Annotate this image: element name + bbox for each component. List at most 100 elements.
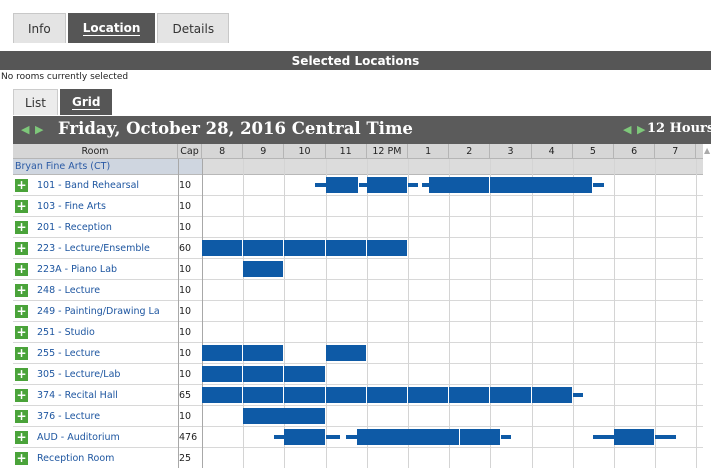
booking-block[interactable]: [325, 387, 367, 403]
booking-block[interactable]: [243, 261, 285, 277]
room-name-link[interactable]: 101 - Band Rehearsal: [37, 180, 177, 191]
tab-location[interactable]: Location: [67, 13, 156, 43]
add-room-plus-icon[interactable]: +: [15, 326, 28, 339]
booking-block[interactable]: [490, 387, 532, 403]
booking-block[interactable]: [284, 387, 326, 403]
room-row: +201 - Reception 10: [13, 217, 703, 238]
add-room-plus-icon[interactable]: +: [15, 284, 28, 297]
booking-block[interactable]: [366, 177, 408, 193]
booking-block[interactable]: [366, 387, 408, 403]
booking-block[interactable]: [531, 387, 573, 403]
booking-block[interactable]: [408, 387, 450, 403]
hour-divider: [696, 159, 698, 468]
group-row-fill: [202, 159, 703, 174]
prev-next-hours-arrows-icon[interactable]: ◀ ▶: [623, 123, 646, 136]
booking-block[interactable]: [202, 387, 244, 403]
booking-block[interactable]: [449, 387, 491, 403]
room-name-link[interactable]: 305 - Lecture/Lab: [37, 369, 177, 380]
hour-header: 4: [532, 144, 573, 159]
add-room-plus-icon[interactable]: +: [15, 389, 28, 402]
hour-divider: [366, 159, 368, 468]
hour-divider: [614, 159, 615, 468]
room-name-link[interactable]: 223 - Lecture/Ensemble: [37, 243, 177, 254]
booking-block[interactable]: [202, 345, 244, 361]
booking-block[interactable]: [243, 345, 285, 361]
room-capacity: 10: [179, 285, 192, 296]
booking-block[interactable]: [202, 240, 244, 256]
add-room-plus-icon[interactable]: +: [15, 368, 28, 381]
grid-header-row: Room Cap 8 9 10 11 12 PM 1 2 3 4 5 6 7: [13, 144, 703, 159]
room-name-link[interactable]: 374 - Recital Hall: [37, 390, 177, 401]
view-tab-grid[interactable]: Grid: [59, 89, 113, 115]
booking-block[interactable]: [284, 429, 326, 445]
no-rooms-message: No rooms currently selected: [1, 72, 129, 82]
booking-block[interactable]: [243, 366, 285, 382]
booking-block[interactable]: [325, 240, 367, 256]
selected-locations-title: Selected Locations: [291, 53, 420, 68]
add-room-plus-icon[interactable]: +: [15, 179, 28, 192]
view-tab-list[interactable]: List: [13, 89, 58, 115]
add-room-plus-icon[interactable]: +: [15, 263, 28, 276]
booking-block[interactable]: [243, 240, 285, 256]
room-name-link[interactable]: 223A - Piano Lab: [37, 264, 177, 275]
booking-block[interactable]: [325, 177, 359, 193]
hour-header: 3: [490, 144, 532, 159]
booking-block[interactable]: [614, 429, 656, 445]
add-room-plus-icon[interactable]: +: [15, 347, 28, 360]
booking-block[interactable]: [490, 177, 594, 193]
room-capacity: 10: [179, 327, 192, 338]
room-name-link[interactable]: Reception Room: [37, 453, 177, 464]
hours-range-label[interactable]: 12 Hours: [647, 121, 711, 136]
prev-next-day-arrows-icon[interactable]: ◀ ▶: [21, 123, 44, 136]
booking-block[interactable]: [284, 366, 326, 382]
room-capacity: 476: [179, 432, 198, 443]
room-name-link[interactable]: 255 - Lecture: [37, 348, 177, 359]
hour-header: 12 PM: [367, 144, 408, 159]
room-name-link[interactable]: 251 - Studio: [37, 327, 177, 338]
hour-divider: [325, 159, 327, 468]
hour-divider: [408, 159, 409, 468]
building-group-label[interactable]: Bryan Fine Arts (CT): [15, 161, 110, 172]
hour-divider: [449, 159, 451, 468]
top-tab-bar: Info Location Details: [13, 13, 231, 43]
tab-info[interactable]: Info: [13, 13, 66, 43]
room-name-link[interactable]: 103 - Fine Arts: [37, 201, 177, 212]
tab-label: Details: [172, 21, 215, 36]
room-name-link[interactable]: AUD - Auditorium: [37, 432, 177, 443]
cap-column-header: Cap: [178, 144, 202, 159]
hour-divider: [655, 159, 657, 468]
booking-block[interactable]: [356, 429, 460, 445]
add-room-plus-icon[interactable]: +: [15, 200, 28, 213]
add-room-plus-icon[interactable]: +: [15, 452, 28, 465]
booking-block[interactable]: [284, 240, 326, 256]
hour-header: 2: [449, 144, 491, 159]
room-row: +305 - Lecture/Lab 10: [13, 364, 703, 385]
room-name-link[interactable]: 376 - Lecture: [37, 411, 177, 422]
room-capacity: 10: [179, 180, 192, 191]
booking-block[interactable]: [428, 177, 491, 193]
column-divider: [178, 159, 179, 468]
booking-block[interactable]: [243, 387, 285, 403]
scroll-up-icon[interactable]: ▲: [704, 146, 710, 155]
add-room-plus-icon[interactable]: +: [15, 242, 28, 255]
room-column-header: Room: [13, 144, 178, 159]
add-room-plus-icon[interactable]: +: [15, 305, 28, 318]
add-room-plus-icon[interactable]: +: [15, 431, 28, 444]
booking-block[interactable]: [325, 345, 367, 361]
booking-block[interactable]: [243, 408, 326, 424]
add-room-plus-icon[interactable]: +: [15, 410, 28, 423]
room-name-link[interactable]: 248 - Lecture: [37, 285, 177, 296]
tab-details[interactable]: Details: [157, 13, 230, 43]
booking-block[interactable]: [459, 429, 501, 445]
booking-block[interactable]: [366, 240, 408, 256]
hour-divider: [531, 159, 533, 468]
room-name-link[interactable]: 249 - Painting/Drawing La: [37, 306, 177, 317]
room-row: +103 - Fine Arts 10: [13, 196, 703, 217]
booking-block[interactable]: [202, 366, 244, 382]
add-room-plus-icon[interactable]: +: [15, 221, 28, 234]
top-tabs: Info Location Details: [0, 0, 711, 44]
room-row: +248 - Lecture 10: [13, 280, 703, 301]
room-name-link[interactable]: 201 - Reception: [37, 222, 177, 233]
room-row: +249 - Painting/Drawing La 10: [13, 301, 703, 322]
tab-label: Info: [28, 21, 51, 36]
